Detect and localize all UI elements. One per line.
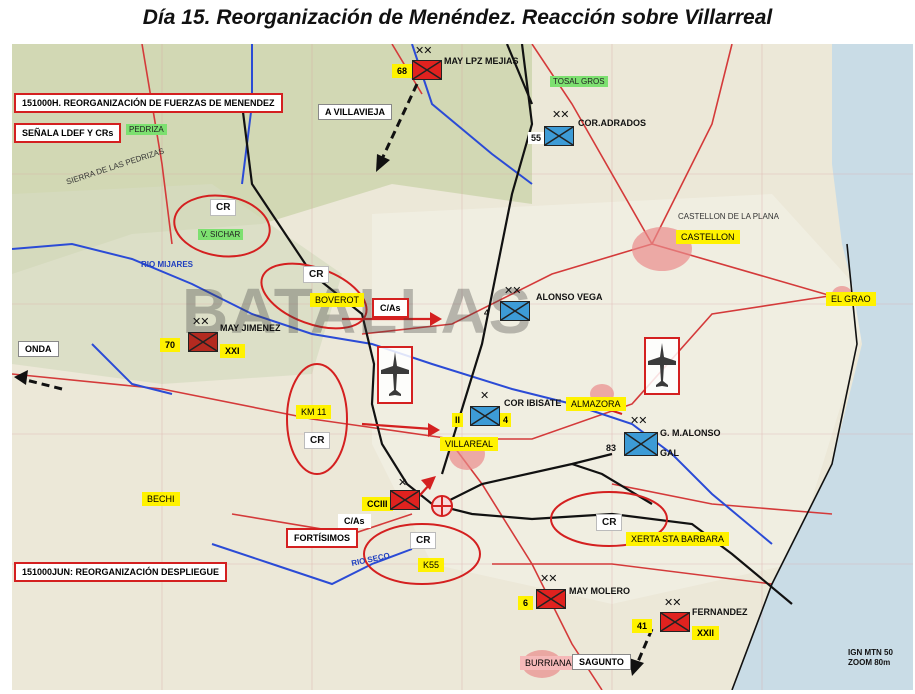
label-xerta: XERTA STA BARBARA bbox=[626, 532, 730, 546]
cr-label-km11: CR bbox=[304, 432, 331, 449]
unit-name: MAY JIMENEZ bbox=[220, 323, 281, 333]
dir-sagunto: SAGUNTO bbox=[572, 654, 631, 670]
map-source-line1: IGN MTN 50 bbox=[848, 648, 893, 657]
unit-name: MAY LPZ MEJIAS bbox=[444, 56, 519, 66]
unit-corps: XXII bbox=[692, 626, 720, 640]
unit-name: CCIII bbox=[362, 497, 393, 511]
label-rio-mijares: RIO MIJARES bbox=[141, 260, 194, 269]
page-title: Día 15. Reorganización de Menéndez. Reac… bbox=[142, 6, 773, 29]
unit-echelon-icon: ✕ bbox=[398, 476, 407, 489]
unit-number: 83 bbox=[606, 443, 617, 453]
label-villareal: VILLAREAL bbox=[440, 437, 499, 451]
unit-friendly-icon[interactable] bbox=[544, 126, 574, 146]
unit-corps: XXI bbox=[220, 344, 245, 358]
unit-echelon-icon: ✕ bbox=[480, 389, 489, 402]
unit-echelon-icon: ✕✕ bbox=[540, 572, 557, 585]
label-pedriza: PEDRIZA bbox=[126, 124, 167, 135]
label-boverot: BOVEROT bbox=[310, 293, 365, 307]
unit-echelon-icon: ✕✕ bbox=[552, 108, 569, 121]
box-senala: SEÑALA LDEF Y CRs bbox=[14, 123, 122, 143]
label-km11: KM 11 bbox=[296, 405, 332, 419]
unit-number: 4 bbox=[484, 308, 490, 318]
box-fortisimos: FORTÍSIMOS bbox=[286, 528, 358, 548]
unit-enemy-icon[interactable] bbox=[412, 60, 442, 80]
unit-enemy-icon[interactable] bbox=[536, 589, 566, 609]
unit-enemy-icon[interactable] bbox=[390, 490, 420, 510]
map-source-note: IGN MTN 50 ZOOM 80m bbox=[848, 648, 893, 668]
unit-enemy-icon[interactable] bbox=[660, 612, 690, 632]
unit-name: MAY MOLERO bbox=[569, 586, 631, 596]
box-cas-bottom: C/As bbox=[338, 514, 371, 528]
unit-name: COR IBISATE bbox=[504, 398, 562, 408]
unit-number: 55 bbox=[528, 132, 545, 144]
unit-number: 68 bbox=[392, 64, 413, 78]
map-source-line2: ZOOM 80m bbox=[848, 658, 891, 667]
label-almazora: ALMAZORA bbox=[566, 397, 626, 411]
unit-number: 4 bbox=[500, 413, 512, 427]
unit-number: 6 bbox=[518, 596, 534, 610]
unit-prefix: II bbox=[452, 413, 464, 427]
cr-label-k55: CR bbox=[410, 532, 437, 549]
cr-label-boverot: CR bbox=[303, 266, 330, 283]
label-k55: K55 bbox=[418, 558, 445, 572]
unit-name: ALONSO VEGA bbox=[536, 292, 603, 302]
label-burriana: BURRIANA bbox=[520, 656, 577, 670]
unit-number: 41 bbox=[632, 619, 653, 633]
unit-enemy-icon[interactable] bbox=[188, 332, 218, 352]
unit-echelon-icon: ✕✕ bbox=[664, 596, 681, 609]
box-reorg-despliegue: 151000JUN: REORGANIZACIÓN DESPLIEGUE bbox=[14, 562, 228, 582]
unit-echelon-icon: ✕✕ bbox=[630, 414, 647, 427]
dir-onda: ONDA bbox=[18, 341, 59, 357]
dir-a-villavieja: A VILLAVIEJA bbox=[318, 104, 393, 120]
box-reorg-fuerzas: 151000H. REORGANIZACIÓN DE FUERZAS DE ME… bbox=[14, 93, 283, 113]
unit-number: 70 bbox=[160, 338, 181, 352]
label-tosal-gros: TOSAL GROS bbox=[550, 76, 608, 87]
unit-friendly-icon[interactable] bbox=[624, 432, 658, 456]
unit-friendly-icon[interactable] bbox=[470, 406, 500, 426]
map-area[interactable]: BATALLAS SIERRA DE LAS PEDRIZAS CASTELLO… bbox=[12, 44, 913, 690]
cr-label-sichar: CR bbox=[210, 199, 237, 216]
unit-echelon-icon: ✕✕ bbox=[504, 284, 521, 297]
box-cas-top: C/As bbox=[372, 298, 409, 318]
aircraft-icon bbox=[377, 346, 413, 404]
unit-name: G. M.ALONSO bbox=[660, 428, 721, 438]
watermark-text: BATALLAS bbox=[182, 275, 534, 347]
aircraft-icon bbox=[644, 337, 680, 395]
label-castellon: CASTELLON bbox=[676, 230, 740, 244]
unit-echelon-icon: ✕✕ bbox=[415, 44, 432, 57]
label-bechi: BECHI bbox=[142, 492, 180, 506]
place-castellon-map: CASTELLON DE LA PLANA bbox=[678, 212, 779, 221]
label-v-sichar: V. SICHAR bbox=[198, 229, 244, 240]
unit-name: COR.ADRADOS bbox=[578, 118, 647, 128]
label-el-grao: EL GRAO bbox=[826, 292, 876, 306]
unit-name: FERNANDEZ bbox=[692, 607, 748, 617]
unit-friendly-icon[interactable] bbox=[500, 301, 530, 321]
unit-echelon-icon: ✕✕ bbox=[192, 315, 209, 328]
unit-sub: GAL bbox=[660, 448, 679, 458]
cr-label-xerta: CR bbox=[596, 514, 623, 531]
map-base-svg bbox=[12, 44, 913, 690]
